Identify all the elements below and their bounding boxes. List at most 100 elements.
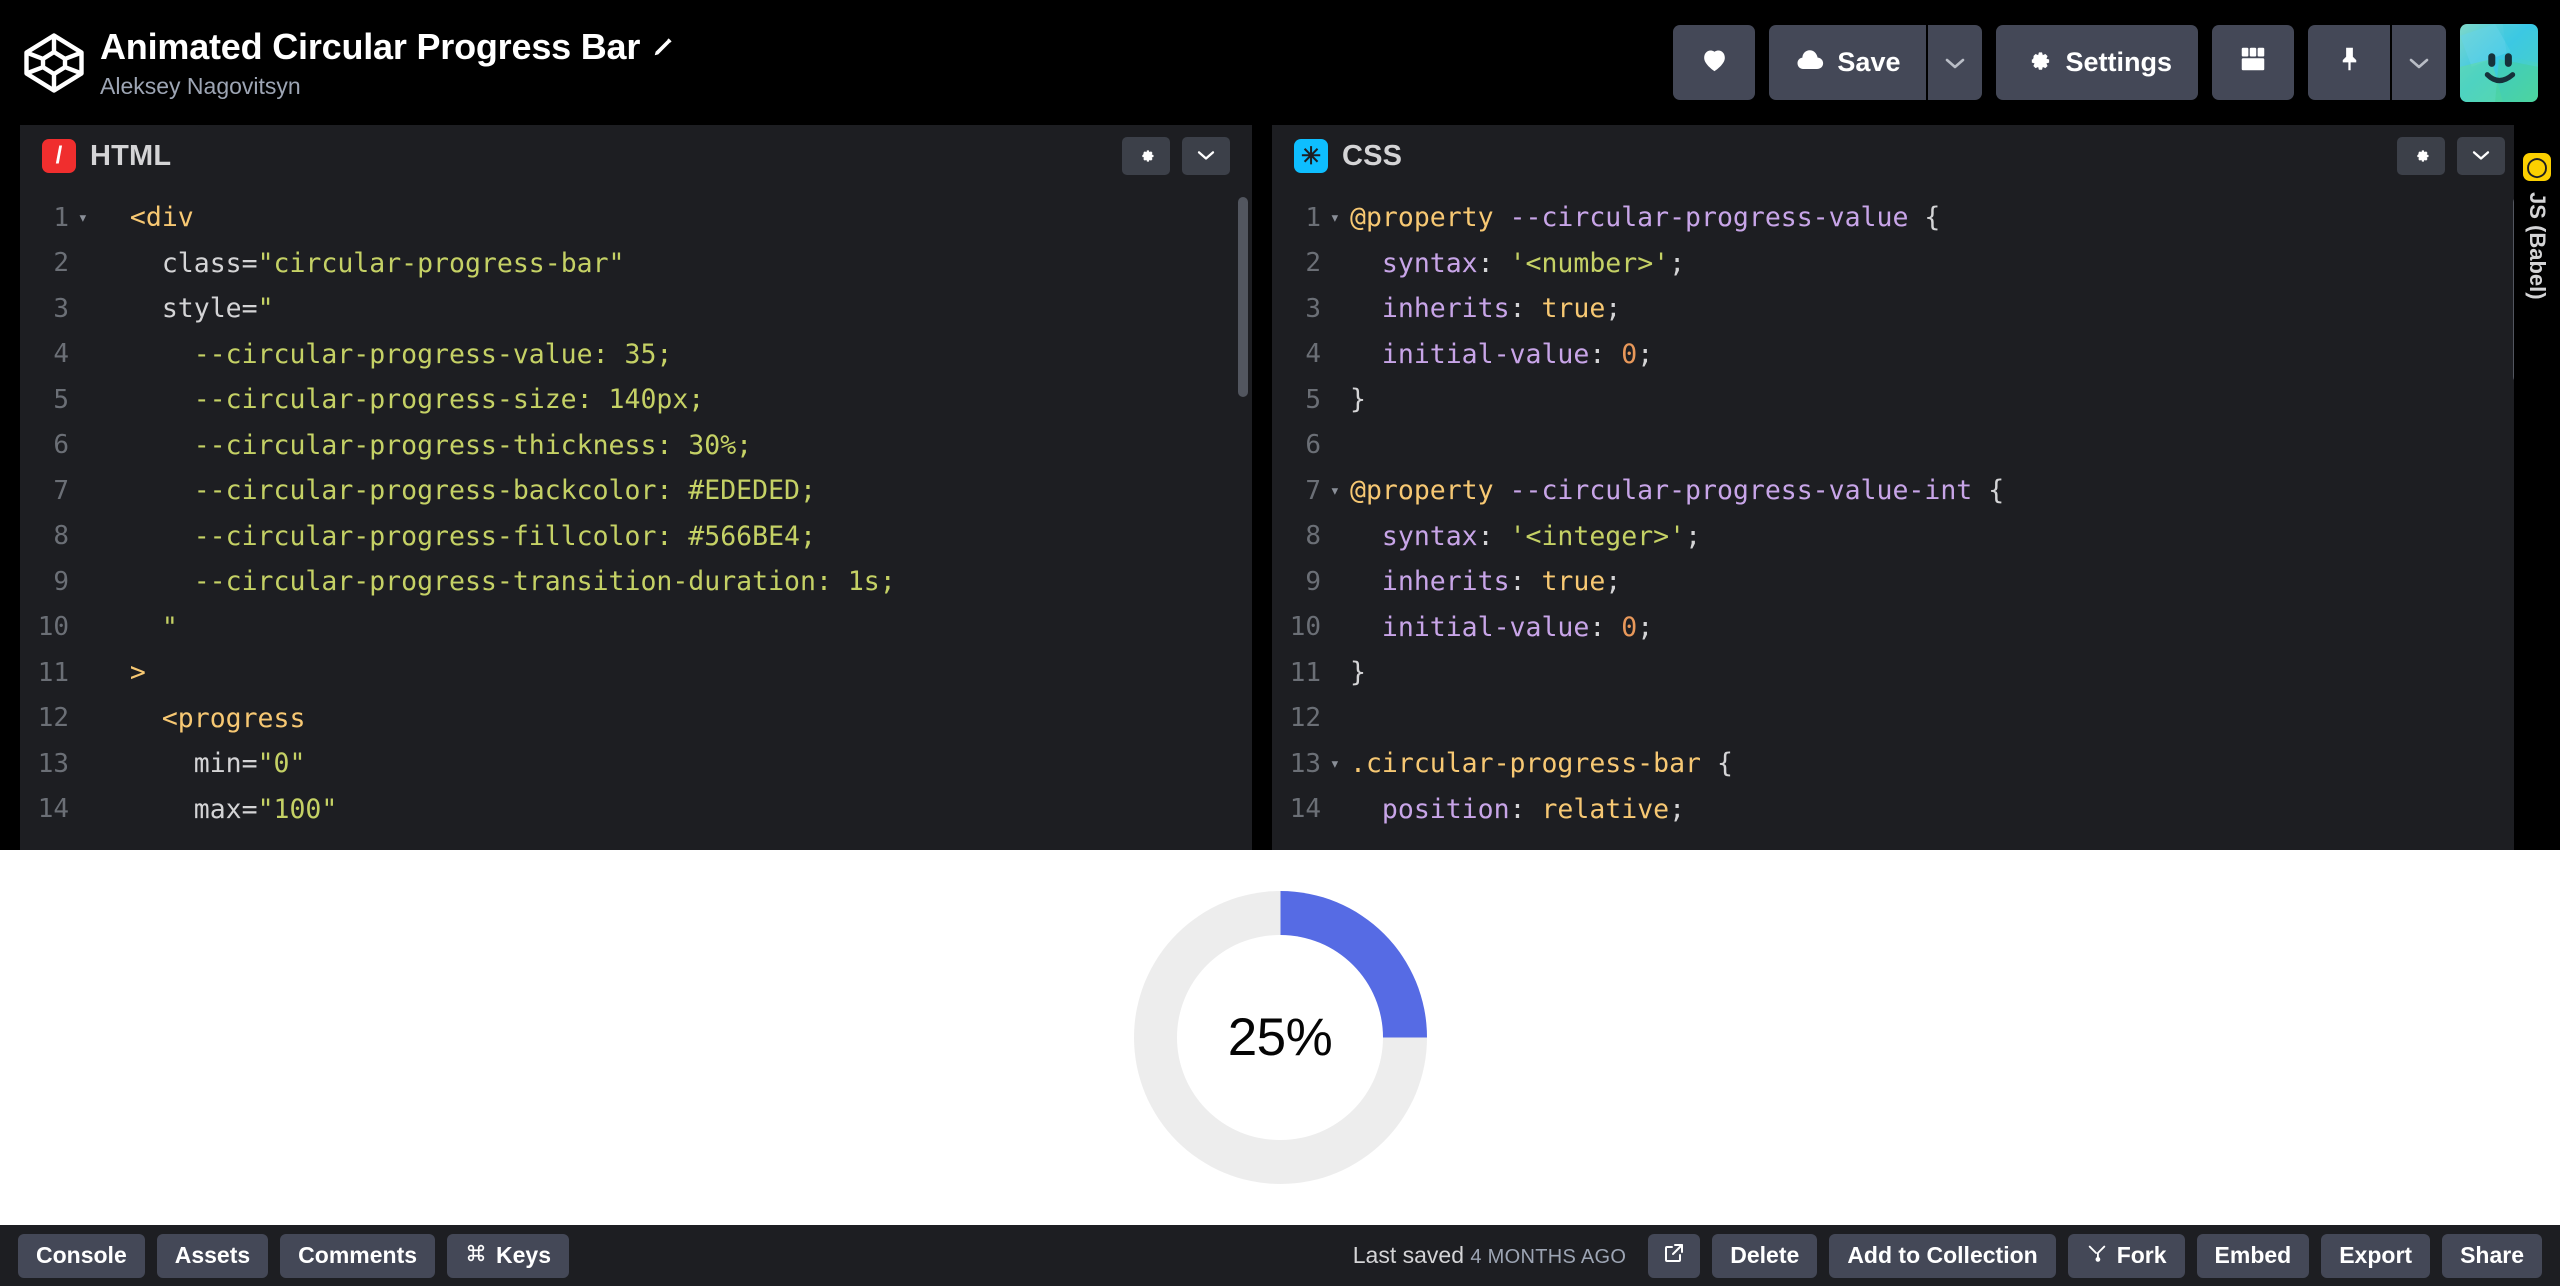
code-line: 6▾ --circular-progress-thickness: 30%; xyxy=(20,423,1252,469)
last-saved-ago: 4 months ago xyxy=(1470,1246,1627,1268)
html-collapse-button[interactable] xyxy=(1182,137,1230,175)
code-line: 3▾ style=" xyxy=(20,286,1252,332)
line-number: 8▾ xyxy=(1305,521,1321,552)
pen-title-block: Animated Circular Progress Bar Aleksey N… xyxy=(100,26,1673,100)
code-line: 6▾ xyxy=(1272,423,2527,469)
line-number: 4▾ xyxy=(53,339,69,370)
code-line: 1 ▾ <div xyxy=(20,195,1252,241)
button-label: Delete xyxy=(1730,1242,1800,1268)
button-label: Keys xyxy=(496,1242,552,1268)
footer-delete-button[interactable]: Delete xyxy=(1712,1233,1818,1278)
code-line: 12▾ <progress xyxy=(20,696,1252,742)
code-area-css[interactable]: 1 ▾ @property --circular-progress-value {2… xyxy=(1272,187,2527,850)
code-area-html[interactable]: 1▾ <div2▾ class="circular-progress-bar"3… xyxy=(20,187,1252,850)
code-line: 9▾ --circular-progress-transition-durati… xyxy=(20,559,1252,605)
footer-console-button[interactable]: Console xyxy=(18,1233,145,1278)
code-text: inherits: true; xyxy=(1350,566,1622,598)
css-settings-button[interactable] xyxy=(2397,137,2445,175)
pin-button[interactable] xyxy=(2308,25,2390,100)
line-number: 6▾ xyxy=(1305,430,1321,461)
line-number: 4▾ xyxy=(1305,339,1321,370)
code-text: syntax: '<integer>'; xyxy=(1350,520,1702,552)
button-label: Console xyxy=(36,1242,127,1268)
code-text: .circular-progress-bar { xyxy=(1350,748,1733,780)
tab-html[interactable]: / HTML xyxy=(20,125,202,187)
code-text: --circular-progress-thickness: 30%; xyxy=(98,429,753,461)
footer-export-button[interactable]: Export xyxy=(2321,1233,2431,1278)
gear-icon xyxy=(2022,44,2053,82)
fork-branch-icon xyxy=(2086,1242,2108,1270)
footer-keys-button[interactable]: Keys xyxy=(447,1233,570,1278)
footer-right-buttons: Delete Add to Collection Fork Embed Export Sh… xyxy=(1648,1233,2542,1278)
page-title: Animated Circular Progress Bar xyxy=(100,25,641,67)
button-label: Embed xyxy=(2214,1242,2292,1268)
line-number: 7▾ xyxy=(53,475,69,506)
code-text: position: relative; xyxy=(1350,793,1686,825)
layout-columns-icon xyxy=(2238,44,2268,81)
footer-comments-button[interactable]: Comments xyxy=(280,1233,436,1278)
line-number: 3▾ xyxy=(53,293,69,324)
code-text: <progress xyxy=(161,702,306,734)
line-number: 9▾ xyxy=(1305,566,1321,597)
footer-embed-button[interactable]: Embed xyxy=(2196,1233,2310,1278)
codepen-logo-icon[interactable] xyxy=(18,27,90,99)
chevron-down-icon xyxy=(1943,47,1967,78)
header-actions: Save Settings xyxy=(1673,23,2538,102)
code-line: 13▾ min="0" xyxy=(20,741,1252,787)
fold-arrow-icon[interactable]: ▾ xyxy=(1326,481,1340,501)
fold-arrow-icon[interactable]: ▾ xyxy=(74,208,88,228)
html-scrollbar[interactable] xyxy=(1238,197,1248,397)
footer-add-to-collection-button[interactable]: Add to Collection xyxy=(1829,1233,2056,1278)
code-text: --circular-progress-backcolor: #EDEDED; xyxy=(98,475,816,507)
tab-js-babel[interactable]: ◯ JS (Babel) xyxy=(2519,139,2555,850)
tab-js-label: JS (Babel) xyxy=(2525,192,2550,300)
code-text: --circular-progress-value: 35; xyxy=(98,338,673,370)
save-button[interactable]: Save xyxy=(1769,25,1927,100)
js-tab-strip: ◯ JS (Babel) xyxy=(2514,125,2560,850)
codepen-editor-app: Animated Circular Progress Bar Aleksey N… xyxy=(0,0,2560,1286)
pin-dropdown-button[interactable] xyxy=(2392,25,2446,100)
button-label: Add to Collection xyxy=(1847,1242,2038,1268)
code-line: 14▾ max="100" xyxy=(20,787,1252,833)
line-number: 13▾ xyxy=(1289,748,1340,779)
code-lines-html: 1▾ <div2▾ class="circular-progress-bar"3… xyxy=(20,187,1252,832)
button-label: Export xyxy=(2339,1242,2413,1268)
code-text: --circular-progress-transition-duration:… xyxy=(98,566,896,598)
fold-arrow-icon[interactable]: ▾ xyxy=(1326,208,1340,228)
css-collapse-button[interactable] xyxy=(2457,137,2505,175)
footer-fork-button[interactable]: Fork xyxy=(2067,1233,2185,1278)
open-external-button[interactable] xyxy=(1648,1233,1701,1278)
line-number: 1 ▾ xyxy=(53,202,88,233)
pin-icon xyxy=(2336,44,2363,81)
footer-share-button[interactable]: Share xyxy=(2442,1233,2542,1278)
tab-css[interactable]: ✳ CSS xyxy=(1272,125,1433,187)
footer-action-buttons: Delete Add to Collection Fork Embed Export Sh… xyxy=(1712,1233,2542,1278)
code-text: style=" xyxy=(161,293,274,325)
code-line: 1 ▾ @property --circular-progress-value { xyxy=(1272,195,2527,241)
line-number: 10▾ xyxy=(37,612,69,643)
settings-button[interactable]: Settings xyxy=(1996,25,2198,100)
gear-icon xyxy=(1136,145,1156,168)
love-button[interactable] xyxy=(1673,25,1756,100)
code-line: 11▾} xyxy=(1272,650,2527,696)
editor-header-html: / HTML xyxy=(20,125,1252,187)
preview-pane[interactable]: 25% xyxy=(0,850,2560,1225)
code-text: --circular-progress-fillcolor: #566BE4; xyxy=(98,520,816,552)
avatar[interactable] xyxy=(2460,23,2538,102)
html-settings-button[interactable] xyxy=(1122,137,1170,175)
footer-assets-button[interactable]: Assets xyxy=(156,1233,269,1278)
cloud-save-icon xyxy=(1795,46,1825,79)
button-label: Comments xyxy=(298,1242,418,1268)
pen-author[interactable]: Aleksey Nagovitsyn xyxy=(100,73,1673,100)
change-view-button[interactable] xyxy=(2212,25,2294,100)
pen-title-row: Animated Circular Progress Bar xyxy=(100,26,1673,68)
save-split-button: Save xyxy=(1769,25,1983,100)
code-lines-css: 1 ▾ @property --circular-progress-value {2… xyxy=(1272,187,2527,832)
pencil-edit-icon[interactable] xyxy=(652,36,674,58)
save-dropdown-button[interactable] xyxy=(1928,25,1983,100)
code-line: 5▾} xyxy=(1272,377,2527,423)
code-line: 14▾ position: relative; xyxy=(1272,787,2527,833)
line-number: 13▾ xyxy=(37,748,69,779)
fold-arrow-icon[interactable]: ▾ xyxy=(1326,754,1340,774)
code-line: 2▾ syntax: '<number>'; xyxy=(1272,241,2527,287)
